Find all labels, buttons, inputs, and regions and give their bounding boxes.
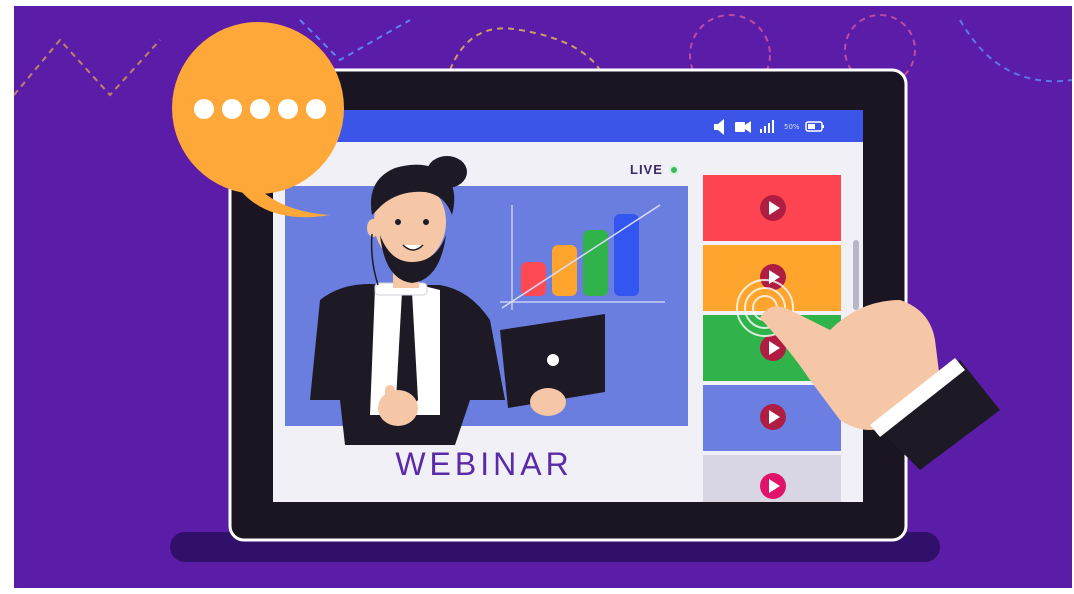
chart-bar [583,230,608,296]
typing-dot [194,99,214,119]
typing-dot [222,99,242,119]
typing-dot [306,99,326,119]
typing-dot [278,99,298,119]
playlist-item[interactable] [703,245,841,311]
battery-percent: 50% [784,123,800,131]
chart-bar [521,262,546,296]
webinar-illustration [13,6,1073,588]
status-bar [273,110,863,142]
playlist-item[interactable] [703,175,841,241]
playlist-scrollbar[interactable] [853,240,859,310]
playlist-item[interactable] [703,455,841,502]
webinar-title: WEBINAR [395,446,573,482]
chart-bar [552,245,577,296]
camera-icon[interactable] [735,121,751,133]
playlist-item[interactable] [703,385,841,451]
live-badge: LIVE [630,162,663,177]
typing-dot [250,99,270,119]
live-indicator-icon [669,165,679,175]
